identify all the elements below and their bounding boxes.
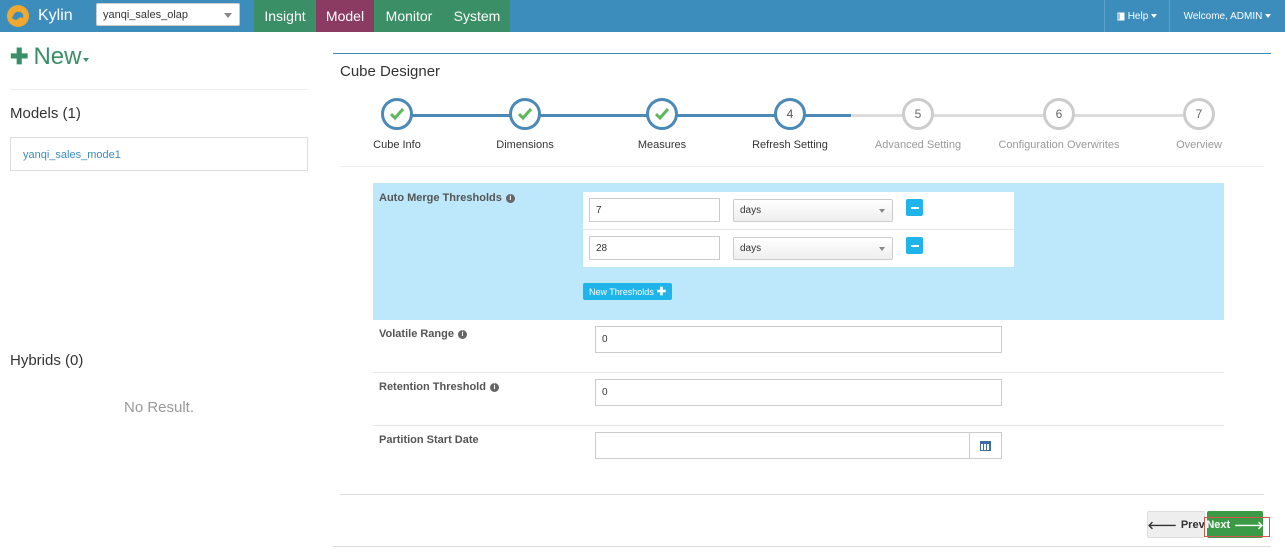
wizard-step-refresh-setting[interactable]: 4 Refresh Setting <box>720 98 860 151</box>
kylin-logo-icon <box>7 5 29 27</box>
threshold-value-input[interactable]: 28 <box>589 236 720 260</box>
tab-system[interactable]: System <box>444 0 510 32</box>
remove-threshold-button[interactable] <box>906 237 923 254</box>
chevron-down-icon <box>879 247 885 251</box>
threshold-unit-select[interactable]: days <box>733 199 893 222</box>
plus-icon: ✚ <box>10 44 29 69</box>
divider <box>373 425 1224 426</box>
volatile-range-value: 0 <box>602 334 608 345</box>
new-dropdown-button[interactable]: ✚ New <box>10 43 90 71</box>
user-menu[interactable]: Welcome, ADMIN <box>1169 0 1285 32</box>
threshold-unit: days <box>740 205 762 216</box>
divider <box>333 546 1271 547</box>
partition-start-date-label: Partition Start Date <box>379 434 479 446</box>
retention-threshold-label-text: Retention Threshold <box>379 381 486 393</box>
new-thresholds-button[interactable]: New Thresholds ✚ <box>583 283 672 300</box>
wizard-step-label: Advanced Setting <box>874 139 962 151</box>
check-icon <box>509 98 541 130</box>
wizard-steps: Cube Info Dimensions Measures 4 Refresh … <box>340 98 1265 158</box>
hybrids-title: Hybrids (0) <box>10 352 84 369</box>
calendar-icon <box>980 440 991 451</box>
threshold-unit: days <box>740 243 762 254</box>
remove-threshold-button[interactable] <box>906 199 923 216</box>
step-number: 7 <box>1183 98 1215 130</box>
tab-insight[interactable]: Insight <box>254 0 316 32</box>
no-result-text: No Result. <box>123 399 195 416</box>
step-number: 6 <box>1043 98 1075 130</box>
auto-merge-label-text: Auto Merge Thresholds <box>379 192 502 204</box>
wizard-step-overview[interactable]: 7 Overview <box>1129 98 1269 151</box>
threshold-value: 7 <box>596 204 602 216</box>
retention-threshold-value: 0 <box>602 387 608 398</box>
divider <box>340 494 1264 495</box>
next-button[interactable]: Next 🡒 <box>1206 511 1264 538</box>
models-title: Models (1) <box>10 105 81 122</box>
tab-monitor[interactable]: Monitor <box>374 0 444 32</box>
wizard-step-dimensions[interactable]: Dimensions <box>455 98 595 151</box>
new-label: New <box>33 43 82 70</box>
chevron-down-icon <box>224 13 232 18</box>
divider <box>10 89 308 90</box>
plus-icon: ✚ <box>656 286 667 298</box>
wizard-step-label: Configuration Overwrites <box>998 139 1120 151</box>
check-icon <box>381 98 413 130</box>
wizard-step-cube-info[interactable]: Cube Info <box>327 98 467 151</box>
prev-label: Prev <box>1180 518 1205 531</box>
arrow-right-icon: 🡒 <box>1234 519 1264 532</box>
brand-name: Kylin <box>38 7 73 24</box>
arrow-left-icon: 🡐 <box>1147 519 1177 532</box>
volatile-range-label: Volatile Range i <box>379 328 467 340</box>
help-menu[interactable]: Help <box>1104 0 1169 32</box>
volatile-range-input[interactable]: 0 <box>595 326 1002 353</box>
check-icon <box>646 98 678 130</box>
wizard-step-configuration-overwrites[interactable]: 6 Configuration Overwrites <box>989 98 1129 151</box>
divider <box>373 372 1224 373</box>
brand[interactable]: Kylin <box>6 3 73 29</box>
threshold-value: 28 <box>596 242 608 254</box>
tab-model[interactable]: Model <box>316 0 374 32</box>
info-icon[interactable]: i <box>457 329 467 339</box>
model-item-label: yanqi_sales_mode1 <box>23 149 121 161</box>
project-select-value: yanqi_sales_olap <box>103 9 189 21</box>
page-title: Cube Designer <box>340 63 441 80</box>
info-icon[interactable]: i <box>489 382 499 392</box>
chevron-down-icon <box>1151 14 1158 18</box>
step-number: 4 <box>774 98 806 130</box>
new-thresholds-label: New Thresholds <box>588 286 654 297</box>
project-select[interactable]: yanqi_sales_olap <box>96 3 240 26</box>
next-label: Next <box>1206 518 1231 531</box>
threshold-value-input[interactable]: 7 <box>589 198 720 222</box>
auto-merge-label: Auto Merge Thresholds i <box>379 192 515 204</box>
top-navbar: Kylin yanqi_sales_olap Insight Model Mon… <box>0 0 1285 32</box>
welcome-label: Welcome, ADMIN <box>1183 10 1263 22</box>
chevron-down-icon <box>83 58 90 62</box>
wizard-step-measures[interactable]: Measures <box>592 98 732 151</box>
divider <box>340 166 1264 167</box>
panel-top-border <box>333 53 1271 54</box>
help-label: Help <box>1127 10 1149 22</box>
wizard-step-label: Dimensions <box>496 139 554 151</box>
chevron-down-icon <box>879 209 885 213</box>
minus-icon <box>910 244 919 247</box>
partition-start-date-input[interactable] <box>595 432 970 459</box>
volatile-range-label-text: Volatile Range <box>379 328 454 340</box>
minus-icon <box>910 206 919 209</box>
chevron-down-icon <box>1265 14 1272 18</box>
prev-button[interactable]: 🡐 Prev <box>1147 511 1205 538</box>
divider <box>583 229 1014 230</box>
wizard-step-advanced-setting[interactable]: 5 Advanced Setting <box>848 98 988 151</box>
wizard-step-label: Measures <box>637 139 687 151</box>
threshold-unit-select[interactable]: days <box>733 237 893 260</box>
info-icon[interactable]: i <box>505 193 515 203</box>
model-item[interactable]: yanqi_sales_mode1 <box>10 137 308 171</box>
wizard-step-label: Cube Info <box>373 139 421 151</box>
calendar-button[interactable] <box>969 432 1002 459</box>
wizard-step-label: Overview <box>1176 139 1222 151</box>
retention-threshold-input[interactable]: 0 <box>595 379 1002 406</box>
retention-threshold-label: Retention Threshold i <box>379 381 499 393</box>
wizard-step-label: Refresh Setting <box>752 139 828 151</box>
partition-start-date-label-text: Partition Start Date <box>379 434 479 446</box>
book-icon <box>1117 12 1125 20</box>
step-number: 5 <box>902 98 934 130</box>
